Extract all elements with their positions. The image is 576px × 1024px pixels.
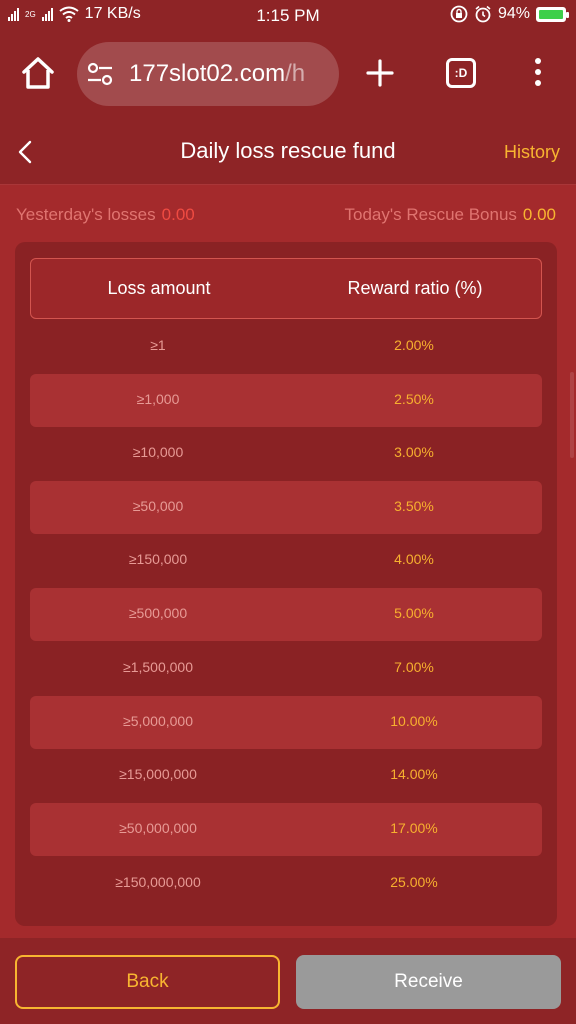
table-row: ≥50,000 3.50%: [30, 481, 542, 534]
today-bonus-value: 0.00: [522, 205, 556, 224]
history-link[interactable]: History: [504, 142, 560, 163]
table-row: ≥5,000,000 10.00%: [30, 696, 542, 749]
url-path: /h: [285, 60, 306, 87]
reward-ratio-cell: 3.00%: [394, 444, 434, 460]
alarm-icon: [475, 5, 491, 23]
today-bonus-label: Today's Rescue Bonus: [344, 205, 517, 224]
page-title: Daily loss rescue fund: [180, 138, 396, 163]
reward-ratio-cell: 4.00%: [394, 551, 434, 567]
reward-ratio-cell: 17.00%: [390, 820, 438, 836]
reward-ratio-cell: 10.00%: [390, 713, 438, 729]
table-row: ≥50,000,000 17.00%: [30, 803, 542, 856]
battery-percent: 94%: [497, 5, 530, 22]
table-row: ≥150,000,000 25.00%: [30, 857, 542, 910]
table-row: ≥15,000,000 14.00%: [30, 749, 542, 802]
more-menu-icon[interactable]: [528, 58, 548, 88]
new-tab-icon[interactable]: [365, 58, 395, 88]
loss-amount-cell: ≥1,500,000: [123, 659, 193, 675]
table-row: ≥1,500,000 7.00%: [30, 642, 542, 695]
loss-amount-cell: ≥5,000,000: [123, 713, 193, 729]
yesterday-losses-value: 0.00: [161, 205, 195, 224]
table-row: ≥500,000 5.00%: [30, 588, 542, 641]
yesterday-losses: Yesterday's losses 0.00: [16, 205, 195, 225]
status-bar: 2G 17 KB/s 1:15 PM 94%: [0, 0, 576, 30]
battery-icon: [536, 6, 569, 22]
loss-amount-cell: ≥150,000,000: [115, 874, 201, 890]
loss-amount-cell: ≥50,000,000: [119, 820, 197, 836]
site-settings-icon[interactable]: [87, 62, 113, 86]
loss-amount-cell: ≥10,000: [132, 444, 184, 460]
reward-ratio-cell: 5.00%: [394, 605, 434, 621]
url-text: 177slot02.com/h: [129, 60, 305, 88]
reward-ratio-cell: 2.50%: [394, 391, 434, 407]
loss-amount-cell: ≥500,000: [128, 605, 188, 621]
loss-amount-cell: ≥15,000,000: [119, 766, 197, 782]
table-header: Loss amount Reward ratio (%): [30, 258, 542, 319]
loss-amount-cell: ≥1: [150, 337, 166, 353]
column-header-loss-amount: Loss amount: [107, 278, 211, 298]
table-row: ≥1 2.00%: [30, 320, 542, 373]
today-rescue-bonus: Today's Rescue Bonus 0.00: [345, 205, 557, 225]
reward-ratio-cell: 2.00%: [394, 337, 434, 353]
reward-ratio-cell: 7.00%: [394, 659, 434, 675]
tabs-button[interactable]: :D: [446, 58, 476, 88]
loss-summary: Yesterday's losses 0.00 Today's Rescue Bo…: [0, 184, 576, 242]
address-bar[interactable]: 177slot02.com/h: [77, 42, 339, 106]
lock-rotation-icon: [450, 5, 468, 23]
receive-button[interactable]: Receive: [296, 955, 561, 1009]
column-header-reward-ratio: Reward ratio (%): [347, 278, 483, 298]
loss-amount-cell: ≥50,000: [132, 498, 184, 514]
yesterday-losses-label: Yesterday's losses: [16, 205, 156, 224]
loss-amount-cell: ≥150,000: [128, 551, 188, 567]
reward-ratio-cell: 14.00%: [390, 766, 438, 782]
loss-amount-cell: ≥1,000: [136, 391, 180, 407]
url-domain: 177slot02.com: [129, 60, 286, 87]
home-icon[interactable]: [20, 55, 56, 91]
browser-toolbar: 177slot02.com/h :D: [0, 30, 576, 120]
table-row: ≥150,000 4.00%: [30, 534, 542, 587]
table-row: ≥10,000 3.00%: [30, 427, 542, 480]
reward-ratio-cell: 25.00%: [390, 874, 438, 890]
page-scrollbar[interactable]: [570, 372, 574, 458]
bottom-action-bar: Back Receive: [0, 938, 576, 1024]
status-right: 94%: [450, 5, 569, 23]
reward-ratio-cell: 3.50%: [394, 498, 434, 514]
table-row: ≥1,000 2.50%: [30, 374, 542, 427]
page-header: Daily loss rescue fund History: [0, 120, 576, 184]
back-button[interactable]: Back: [15, 955, 280, 1009]
